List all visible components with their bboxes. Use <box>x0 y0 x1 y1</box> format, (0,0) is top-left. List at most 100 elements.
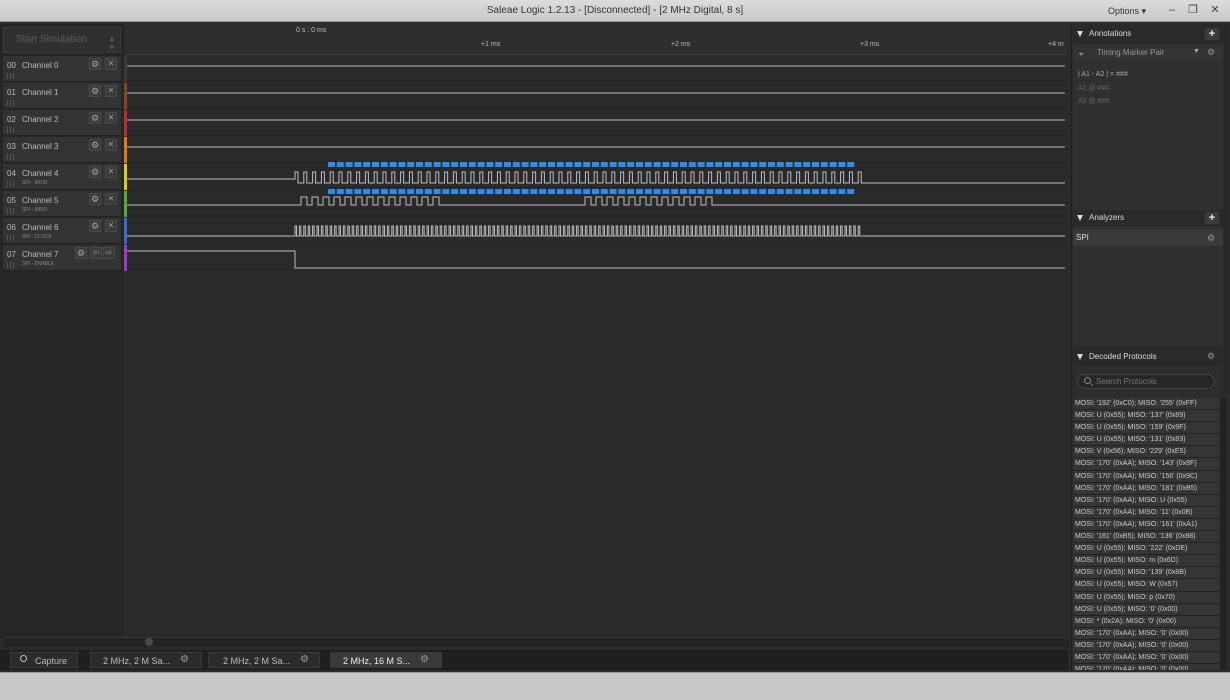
decode-bubble[interactable] <box>460 162 467 167</box>
channel-name[interactable]: Channel 5 <box>22 196 58 205</box>
start-simulation-button[interactable]: Start Simulation <box>3 27 121 53</box>
timing-marker-pair[interactable]: Timing Marker Pair <box>1073 46 1223 60</box>
decode-bubble[interactable] <box>592 162 599 167</box>
decode-bubble[interactable] <box>662 189 670 194</box>
decoded-row[interactable]: MOSI: '170' (0xAA); MISO: '156' (0x9C) <box>1073 470 1221 483</box>
decoded-row[interactable]: MOSI: U (0x55); MISO: W (0x57) <box>1073 579 1221 592</box>
decode-bubble[interactable] <box>671 162 679 167</box>
decode-bubble[interactable] <box>768 189 775 194</box>
decode-bubble[interactable] <box>416 162 423 167</box>
gear-icon[interactable]: ⚙ <box>89 139 101 151</box>
channel-name[interactable]: Channel 2 <box>22 115 58 124</box>
drag-grip-icon[interactable] <box>7 127 15 133</box>
close-icon[interactable]: ✕ <box>105 139 117 151</box>
gear-icon[interactable]: ⚙ <box>89 220 101 232</box>
channel-name[interactable]: Channel 0 <box>22 61 58 70</box>
marker-gear-icon[interactable]: ⚙ <box>1207 47 1215 58</box>
decode-bubble[interactable] <box>627 162 635 167</box>
decoded-row[interactable]: MOSI: U (0x55); MISO: '137' (0x89) <box>1073 410 1221 423</box>
decode-bubble[interactable] <box>820 162 828 167</box>
decoded-row[interactable]: MOSI: '170' (0xAA); MISO: '0' (0x00) <box>1073 627 1221 640</box>
decode-bubble[interactable] <box>820 189 828 194</box>
channel-row[interactable]: 03 Channel 3 ⚙ ✕ <box>3 137 121 163</box>
add-analyzer-plus-icon[interactable]: + <box>1205 212 1219 224</box>
decode-bubble[interactable] <box>732 189 740 194</box>
decode-bubble[interactable] <box>574 162 582 167</box>
annotations-header[interactable]: Annotations <box>1073 26 1223 42</box>
decode-bubble[interactable] <box>724 189 731 194</box>
analyzers-header[interactable]: Analyzers <box>1073 210 1223 226</box>
gear-icon[interactable]: ⚙ <box>89 112 101 124</box>
scrollbar-thumb[interactable] <box>145 638 153 646</box>
decode-bubble[interactable] <box>530 189 538 194</box>
start-options-arrow-icon[interactable]: ▲ ▼ <box>108 34 116 52</box>
channel-name[interactable]: Channel 1 <box>22 88 58 97</box>
gear-icon[interactable]: ⚙ <box>89 58 101 70</box>
decoded-row[interactable]: MOSI: '170' (0xAA); MISO: '0' (0x00) <box>1073 664 1221 670</box>
decoded-row[interactable]: MOSI: U (0x55); MISO: '222' (0xDE) <box>1073 543 1221 556</box>
decoded-row[interactable]: MOSI: '170' (0xAA); MISO: U (0x55) <box>1073 494 1221 507</box>
decode-bubble[interactable] <box>750 162 758 167</box>
collapse-triangle-icon[interactable] <box>1077 31 1083 37</box>
marker-dropdown-icon[interactable]: ▼ <box>1193 48 1200 55</box>
decode-bubble[interactable] <box>354 162 362 167</box>
decoded-row[interactable]: MOSI: * (0x2A); MISO: '0' (0x00) <box>1073 615 1221 628</box>
decode-bubble[interactable] <box>838 162 846 167</box>
decode-bubble[interactable] <box>776 162 784 167</box>
decode-bubble[interactable] <box>328 189 335 194</box>
minimize-icon[interactable]: – <box>1163 3 1181 18</box>
decoded-row[interactable]: MOSI: '170' (0xAA); MISO: '181' (0xB5) <box>1073 482 1221 495</box>
close-icon[interactable]: ✕ <box>105 166 117 178</box>
drag-grip-icon[interactable] <box>7 181 15 187</box>
decode-bubble[interactable] <box>345 162 353 167</box>
channel-row[interactable]: 00 Channel 0 ⚙ ✕ <box>3 56 121 82</box>
decoded-row[interactable]: MOSI: '170' (0xAA); MISO: '11' (0x0B) <box>1073 506 1221 519</box>
decoded-row[interactable]: MOSI: '192' (0xC0); MISO: '255' (0xFF) <box>1073 398 1221 411</box>
decode-bubble[interactable] <box>829 189 837 194</box>
decode-bubble[interactable] <box>636 162 643 167</box>
decode-bubble[interactable] <box>556 162 564 167</box>
decode-bubble[interactable] <box>618 189 626 194</box>
decoded-row[interactable]: MOSI: V (0x56); MISO: '229' (0xE5) <box>1073 446 1221 459</box>
trigger-pulse-icon[interactable]: ⇨ <box>103 247 115 259</box>
decode-bubble[interactable] <box>363 189 371 194</box>
drag-grip-icon[interactable] <box>7 100 15 106</box>
decode-bubble[interactable] <box>697 189 705 194</box>
decode-bubble[interactable] <box>715 189 723 194</box>
decoded-row[interactable]: MOSI: U (0x55); MISO: p (0x70) <box>1073 591 1221 604</box>
decode-bubble[interactable] <box>380 162 388 167</box>
decode-bubble[interactable] <box>565 189 573 194</box>
decode-bubble[interactable] <box>336 189 344 194</box>
decode-bubble[interactable] <box>838 189 846 194</box>
decode-bubble[interactable] <box>662 162 670 167</box>
decoded-row[interactable]: MOSI: U (0x55); MISO: m (0x6D) <box>1073 555 1221 568</box>
close-icon[interactable]: ✕ <box>105 85 117 97</box>
decoded-row[interactable]: MOSI: '170' (0xAA); MISO: '161' (0xA1) <box>1073 518 1221 532</box>
gear-icon[interactable]: ⚙ <box>89 193 101 205</box>
decode-bubble[interactable] <box>556 189 564 194</box>
analyzer-item-spi[interactable]: SPI <box>1073 230 1223 246</box>
decode-bubble[interactable] <box>495 162 503 167</box>
drag-grip-icon[interactable] <box>7 73 15 79</box>
decode-bubble[interactable] <box>847 162 855 167</box>
decode-bubble[interactable] <box>812 162 819 167</box>
decode-bubble[interactable] <box>750 189 758 194</box>
decode-bubble[interactable] <box>460 189 467 194</box>
decode-bubble[interactable] <box>380 189 388 194</box>
decode-bubble[interactable] <box>565 162 573 167</box>
decode-bubble[interactable] <box>671 189 679 194</box>
channel-row[interactable]: 04 Channel 4 SPI - MOSI ⚙ ✕ <box>3 164 121 190</box>
channel-row[interactable]: 07 Channel 7 SPI - ENABLE ⚙ ⇦ ⇨ <box>3 245 121 271</box>
decode-bubble[interactable] <box>328 162 335 167</box>
gear-icon[interactable]: ⚙ <box>75 247 87 259</box>
decode-bubble[interactable] <box>609 162 617 167</box>
decode-bubble[interactable] <box>741 162 749 167</box>
decode-bubble[interactable] <box>407 189 415 194</box>
decoded-row[interactable]: MOSI: U (0x55); MISO: '159' (0x9F) <box>1073 422 1221 435</box>
decode-bubble[interactable] <box>548 189 555 194</box>
analyzer-gear-icon[interactable]: ⚙ <box>1207 233 1215 244</box>
drag-grip-icon[interactable] <box>7 235 15 241</box>
decoded-row[interactable]: MOSI: U (0x55); MISO: '131' (0x83) <box>1073 434 1221 447</box>
decode-bubble[interactable] <box>627 189 635 194</box>
decode-bubble[interactable] <box>451 189 459 194</box>
